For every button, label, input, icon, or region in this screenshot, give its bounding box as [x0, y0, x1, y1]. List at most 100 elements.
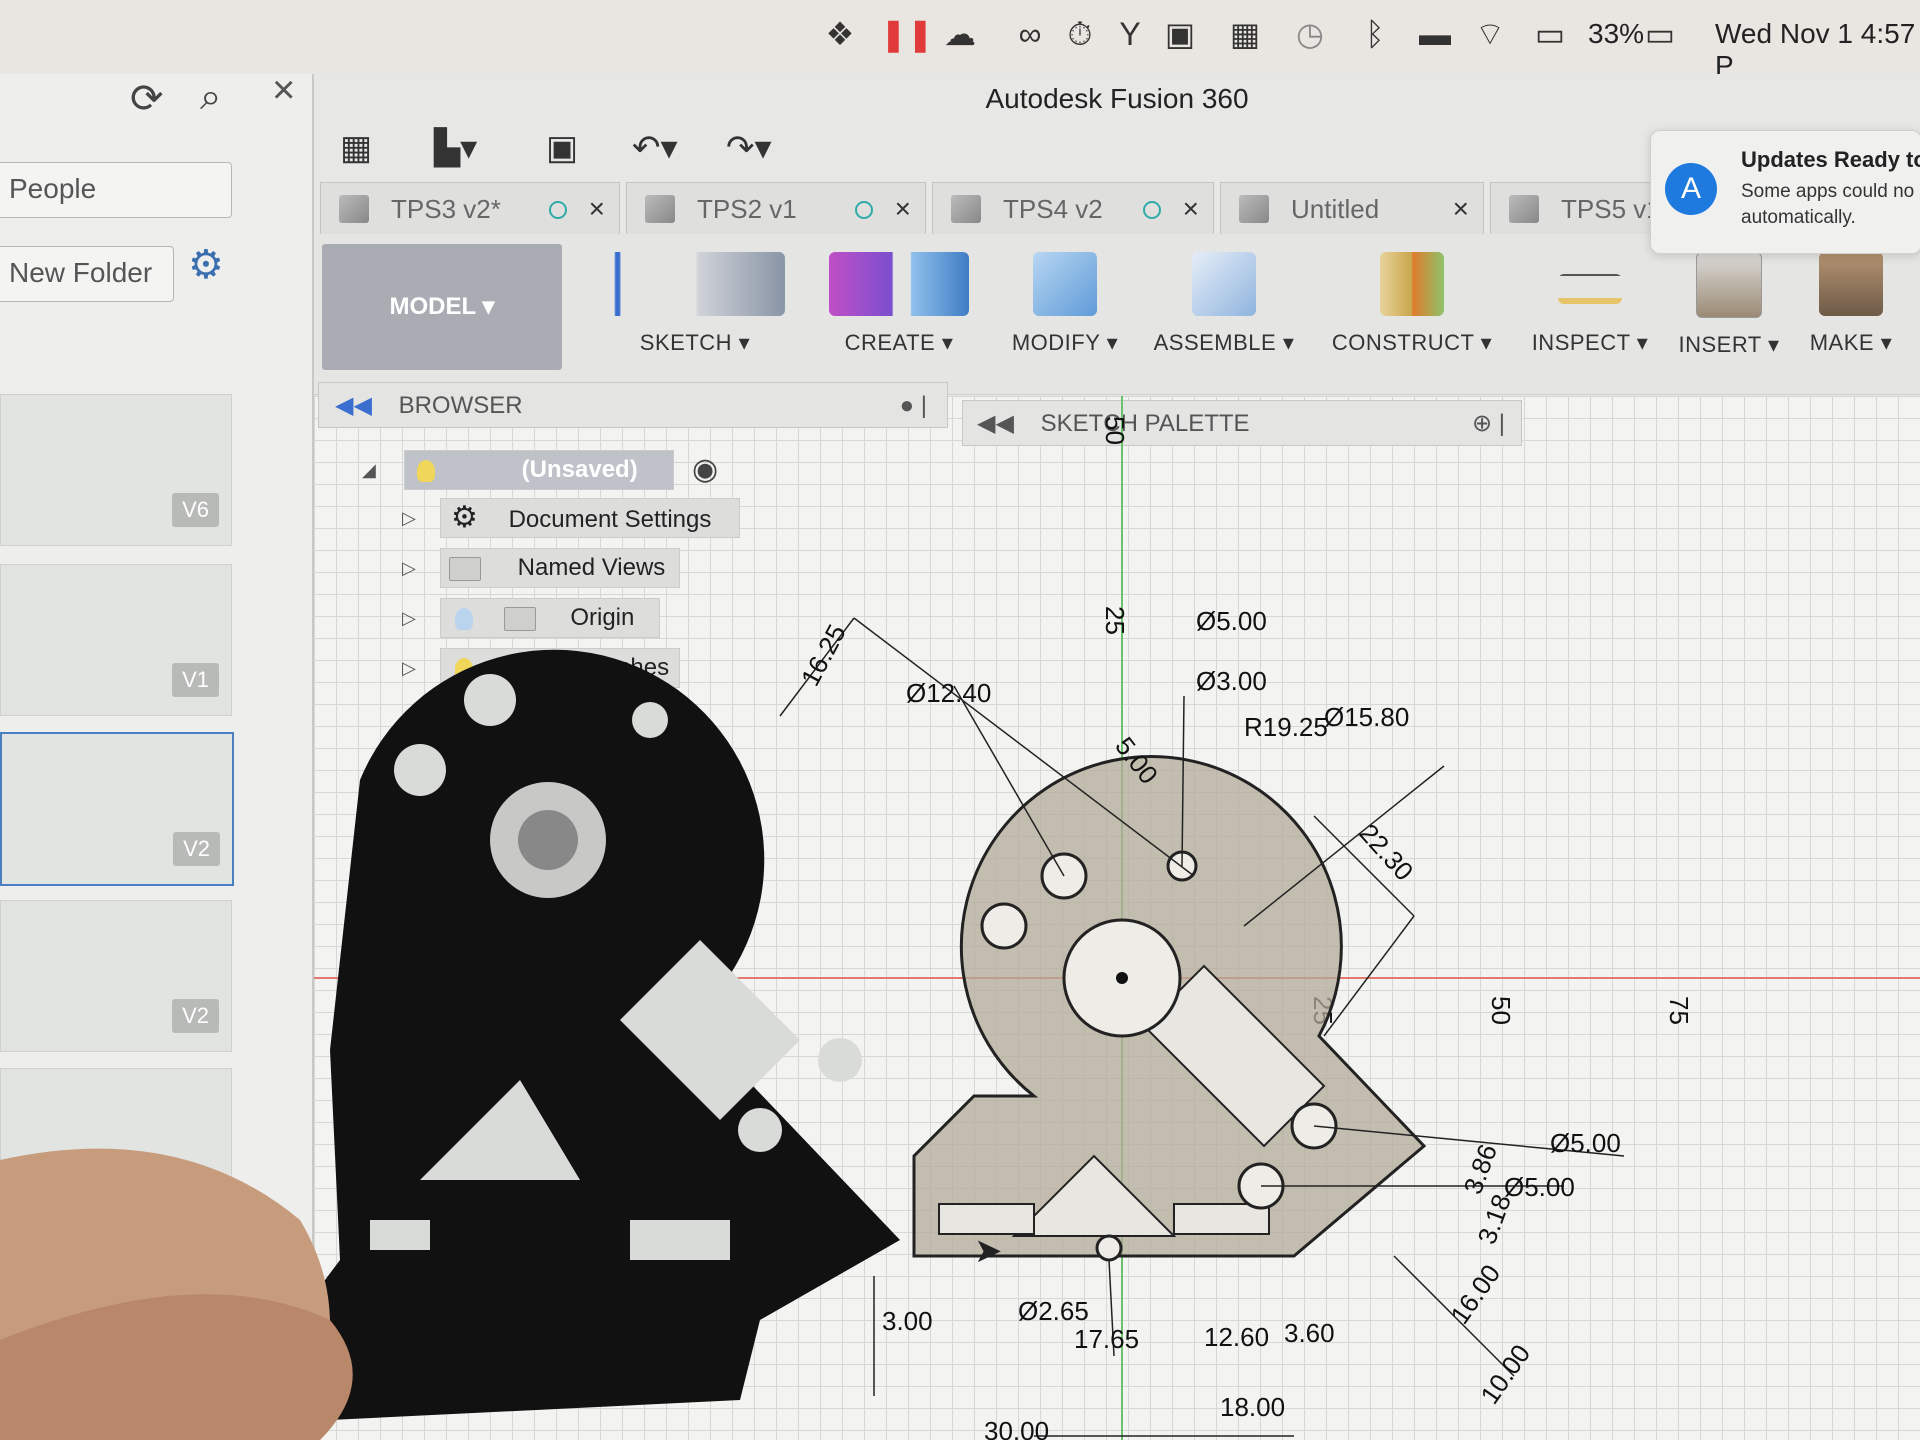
component-icon — [1509, 195, 1539, 223]
construct-menu[interactable]: CONSTRUCT ▾ — [1312, 244, 1512, 384]
close-tab-icon[interactable]: × — [1453, 183, 1469, 235]
dimension-label: 18.00 — [1220, 1392, 1285, 1422]
title-bar: Autodesk Fusion 360 — [314, 74, 1920, 118]
notification-body: Some apps could no automatically. — [1741, 181, 1915, 228]
cloud-upload-icon[interactable]: ☁ — [940, 14, 980, 54]
dimension-label: 3.60 — [1284, 1318, 1335, 1348]
assemble-icon — [1192, 252, 1256, 316]
mouse-cursor-icon: ➤ — [974, 1232, 1003, 1270]
grid-icon[interactable]: ▦ — [1225, 14, 1265, 54]
bracket-hole — [818, 1038, 862, 1082]
redo-icon[interactable]: ↷▾ — [726, 126, 772, 170]
axis-tick-label: 50 — [1100, 416, 1130, 445]
workspace-switcher[interactable]: MODEL ▾ — [322, 244, 562, 370]
undo-icon[interactable]: ↶▾ — [632, 126, 678, 170]
modify-icon — [1033, 252, 1097, 316]
create-menu[interactable]: CREATE ▾ — [814, 244, 984, 384]
close-icon[interactable]: × — [272, 68, 295, 113]
make-icon — [1819, 252, 1883, 316]
axis-tick-label: 50 — [1486, 996, 1516, 1025]
inspect-menu[interactable]: INSPECT ▾ — [1520, 244, 1660, 384]
clock[interactable]: Wed Nov 1 4:57 P — [1715, 18, 1920, 82]
insert-icon — [1696, 252, 1762, 318]
file-icon[interactable]: ▙▾ — [434, 126, 477, 170]
version-card[interactable]: V6 — [0, 394, 232, 546]
dimension-label: Ø15.80 — [1324, 702, 1409, 732]
refresh-icon[interactable]: ⟳ — [130, 76, 164, 122]
search-icon[interactable]: ⌕ — [200, 76, 221, 119]
modify-menu[interactable]: MODIFY ▾ — [990, 244, 1140, 384]
fork-icon[interactable]: Y — [1110, 14, 1150, 54]
dimension-label: Ø2.65 — [1018, 1296, 1089, 1326]
center-point — [1116, 972, 1128, 984]
dimension-label: Ø5.00 — [1196, 606, 1267, 636]
close-tab-icon[interactable]: × — [895, 183, 911, 235]
app-title: Autodesk Fusion 360 — [985, 83, 1249, 114]
component-icon — [339, 195, 369, 223]
dimension-label: 10.00 — [1474, 1339, 1536, 1410]
notification-title: Updates Ready to — [1741, 147, 1920, 172]
component-icon — [1239, 195, 1269, 223]
sync-icon — [549, 201, 567, 219]
new-folder-button[interactable]: New Folder — [0, 246, 174, 302]
mounting-hole — [980, 902, 1028, 950]
dropbox-icon[interactable]: ❖ — [820, 14, 860, 54]
tab-untitled[interactable]: Untitled × — [1220, 182, 1484, 234]
component-icon — [951, 195, 981, 223]
dimension-label: Ø5.00 — [1550, 1128, 1621, 1158]
people-button[interactable]: People — [0, 162, 232, 218]
menu-bar: ❖ ❚❚ ☁ ∞ ⏱ Y ▣ ▦ ◷ ᛒ ▬ ⌔ ▭ 33% ▭ Wed Nov… — [0, 0, 1920, 81]
tab-tps4[interactable]: TPS4 v2 × — [932, 182, 1214, 234]
dimension-label: Ø3.00 — [1196, 666, 1267, 696]
time-machine-icon[interactable]: ◷ — [1290, 14, 1330, 54]
sync-icon — [855, 201, 873, 219]
sync-icon — [1143, 201, 1161, 219]
battery-percent: 33% — [1588, 18, 1645, 49]
dimension-label: 12.60 — [1204, 1322, 1269, 1352]
pause-icon[interactable]: ❚❚ — [880, 14, 934, 54]
axis-tick-label: 25 — [1100, 606, 1130, 635]
update-notification[interactable]: A Updates Ready to Some apps could no au… — [1650, 130, 1920, 254]
bracket-slot — [370, 1220, 430, 1250]
sketch-icon — [605, 252, 785, 316]
airplay-icon[interactable]: ▭ — [1530, 14, 1570, 54]
bearing-inner — [518, 810, 578, 870]
printer-icon[interactable]: ▣ — [1160, 14, 1200, 54]
physical-bracket — [0, 649, 900, 1440]
sketch-menu[interactable]: SKETCH ▾ — [580, 244, 810, 384]
dimension-label: 22.30 — [1354, 818, 1420, 886]
close-tab-icon[interactable]: × — [1183, 183, 1199, 235]
make-menu[interactable]: MAKE ▾ — [1796, 244, 1906, 384]
create-icon — [829, 252, 969, 316]
bracket-hole — [738, 1108, 782, 1152]
inspect-icon — [1558, 274, 1622, 304]
dimension-label: 16.00 — [1444, 1259, 1506, 1330]
timer-icon[interactable]: ⏱ — [1060, 14, 1100, 54]
dimension-label: 30.00 — [984, 1416, 1049, 1440]
gear-icon[interactable]: ⚙ — [188, 242, 224, 288]
bracket-slot — [630, 1220, 730, 1260]
component-icon — [645, 195, 675, 223]
version-badge: V6 — [172, 493, 219, 527]
slot-cutout — [938, 1203, 1035, 1235]
tab-tps2[interactable]: TPS2 v1 × — [626, 182, 926, 234]
tab-tps3[interactable]: TPS3 v2* × — [320, 182, 620, 234]
assemble-menu[interactable]: ASSEMBLE ▾ — [1144, 244, 1304, 384]
bracket-hole — [464, 674, 516, 726]
battery-icon[interactable]: ▭ — [1640, 14, 1680, 54]
bluetooth-icon[interactable]: ᛒ — [1355, 14, 1395, 54]
memory-icon[interactable]: ▬ — [1415, 14, 1455, 54]
app-store-icon: A — [1665, 163, 1717, 215]
dimension-label: Ø5.00 — [1504, 1172, 1575, 1202]
creative-cloud-icon[interactable]: ∞ — [1010, 14, 1050, 54]
apps-grid-icon[interactable]: ▦ — [340, 126, 372, 170]
save-icon[interactable]: ▣ — [546, 126, 578, 170]
dimension-label: 3.18 — [1471, 1190, 1517, 1248]
dimension-label: 3.86 — [1457, 1140, 1503, 1198]
dimension-label: 17.65 — [1074, 1324, 1139, 1354]
close-tab-icon[interactable]: × — [589, 183, 605, 235]
wifi-icon[interactable]: ⌔ — [1470, 14, 1510, 54]
bracket-hole — [394, 744, 446, 796]
insert-menu[interactable]: INSERT ▾ — [1664, 244, 1794, 384]
mounting-hole — [1095, 1234, 1123, 1262]
